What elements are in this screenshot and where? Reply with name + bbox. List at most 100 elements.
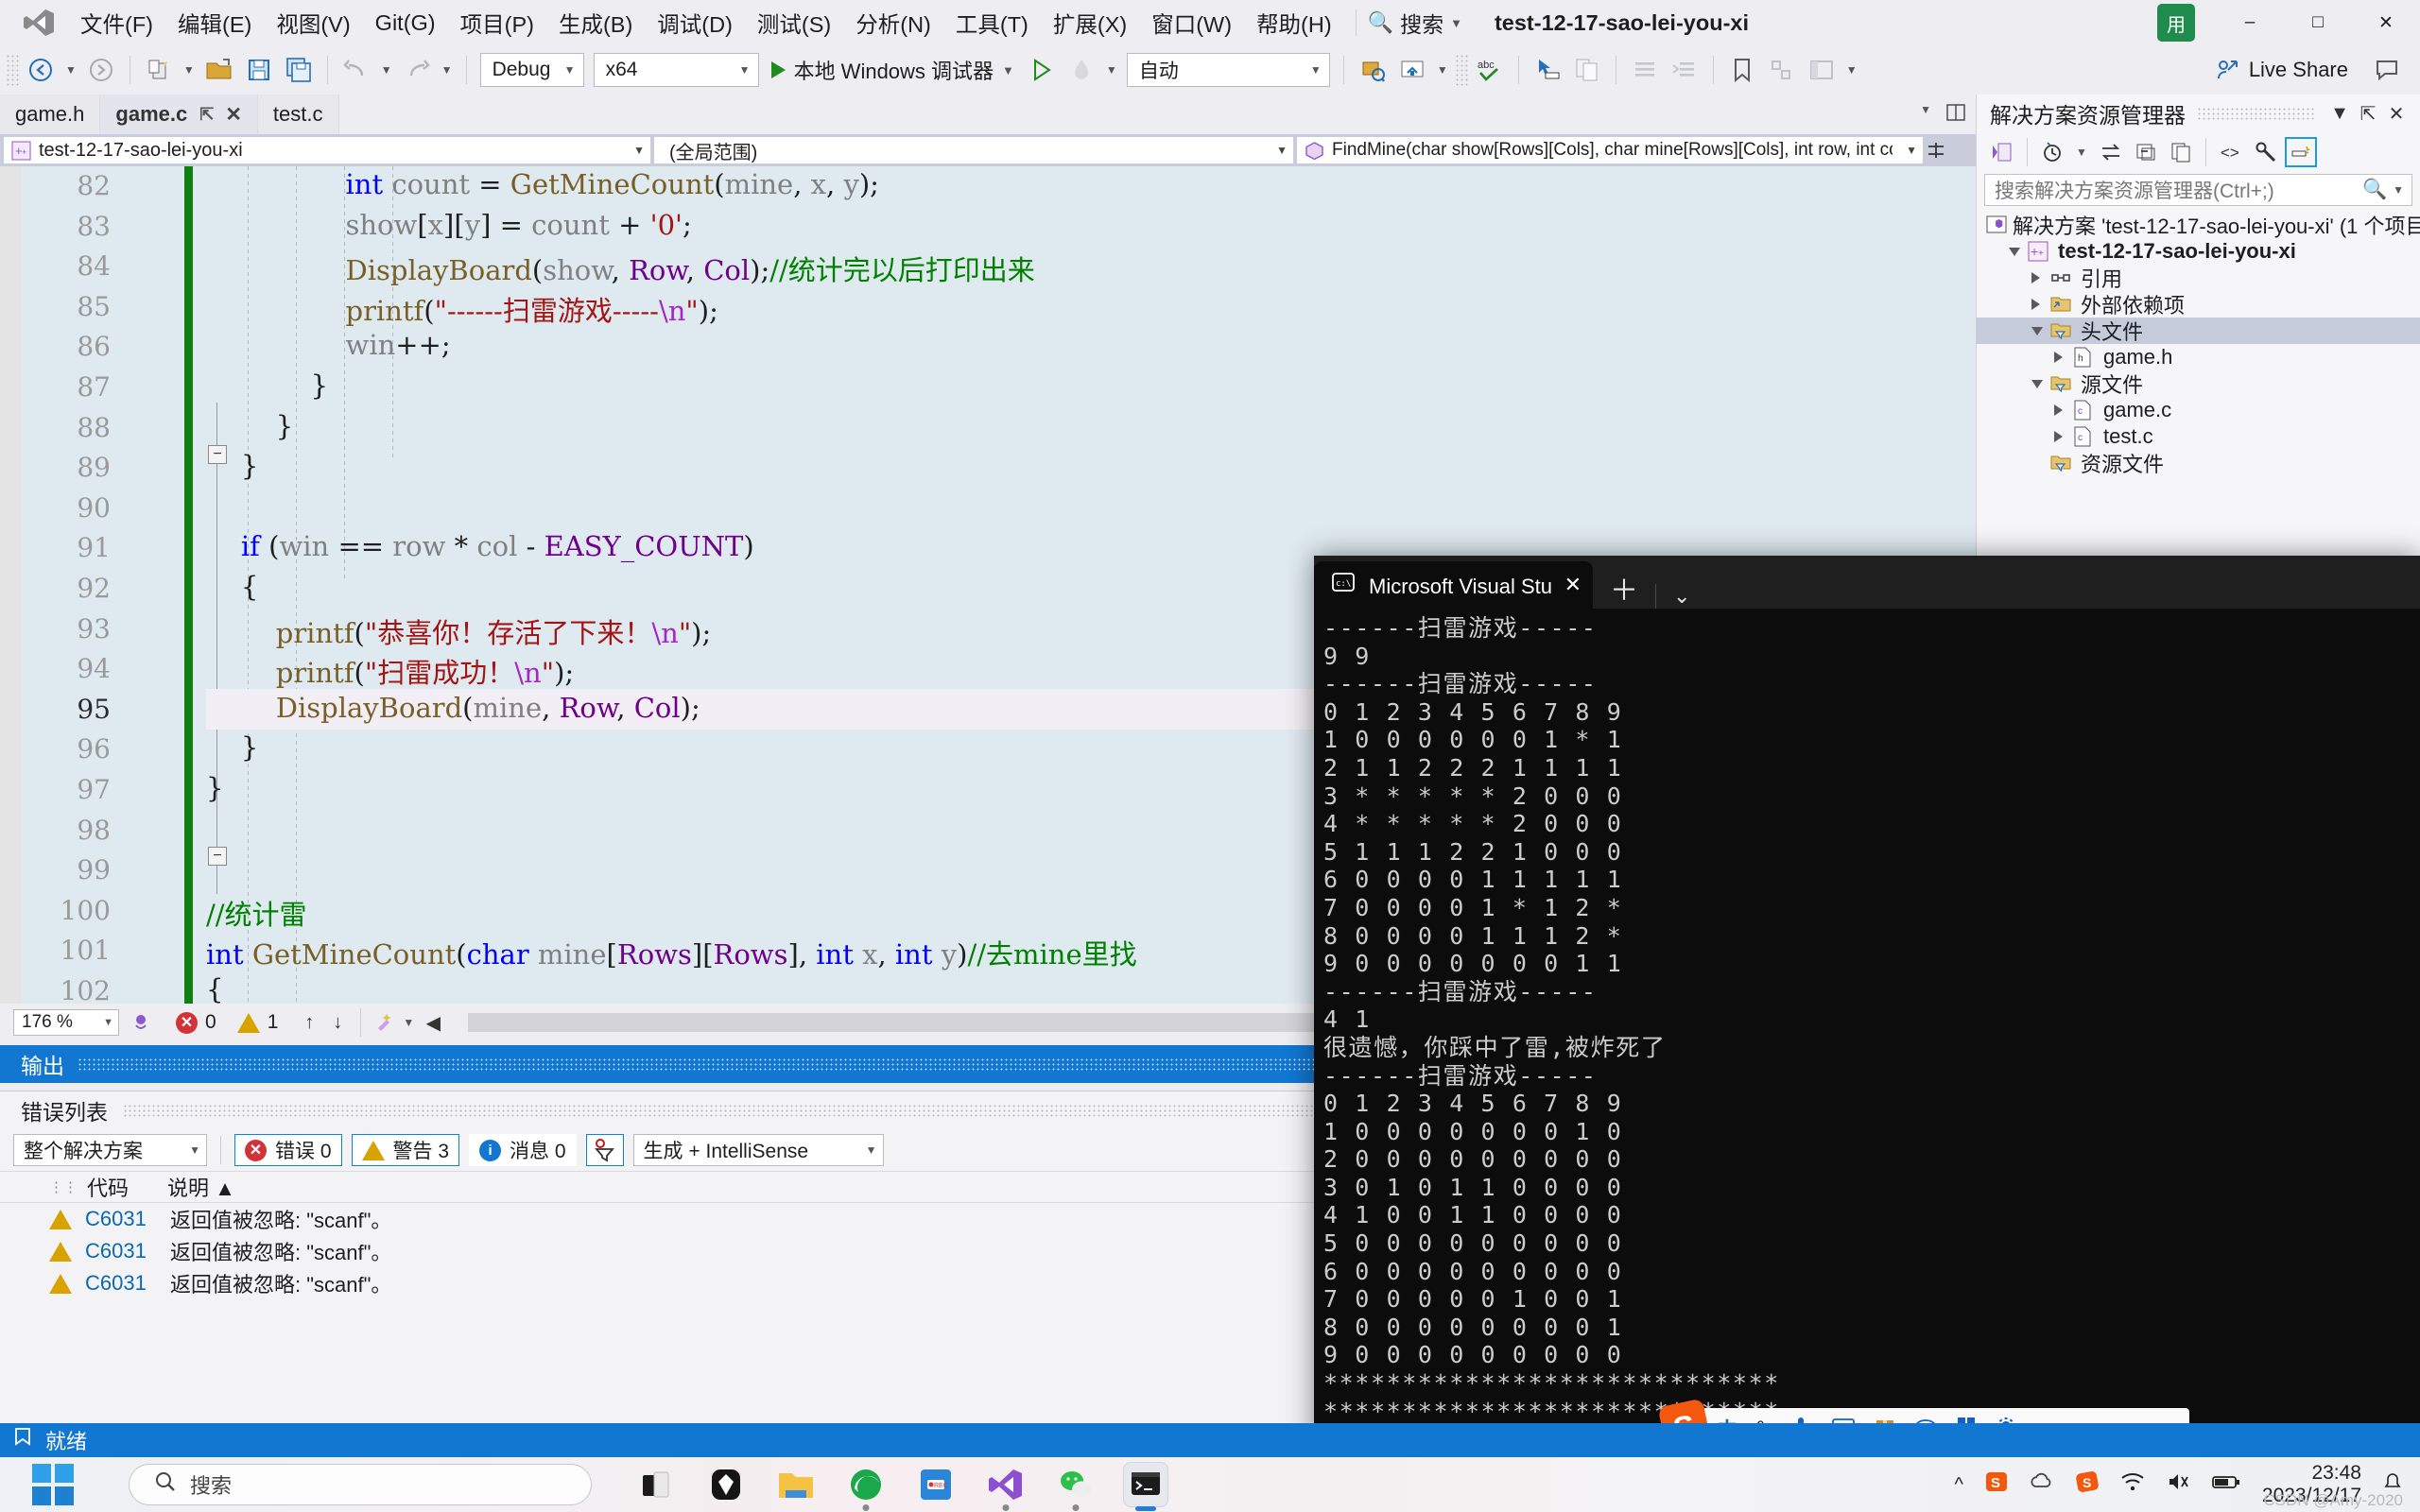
spell-check-icon[interactable]: abc [1472, 52, 1508, 88]
solution-configuration-combo[interactable]: Debug ▼ [479, 53, 584, 87]
account-avatar[interactable]: 用 [2157, 4, 2195, 42]
expander-collapsed-icon[interactable] [2054, 404, 2073, 416]
save-icon[interactable] [241, 52, 277, 88]
filter-toggle-button[interactable] [585, 1134, 624, 1166]
properties-window-icon[interactable] [2165, 137, 2197, 167]
start-without-debugging-icon[interactable] [1024, 52, 1060, 88]
solution-platform-combo[interactable]: x64 ▼ [593, 53, 759, 87]
tray-sogou-icon[interactable]: S [2075, 1469, 2100, 1500]
column-header-description[interactable]: 说明 ▲ [167, 1172, 235, 1202]
expander-collapsed-icon[interactable] [2031, 299, 2050, 310]
chevron-down-icon[interactable]: ▼ [2387, 183, 2404, 197]
code-line[interactable]: 86 win++; [0, 327, 1976, 368]
toolbar-grip[interactable] [6, 54, 21, 86]
tree-node[interactable]: h game.h [1977, 344, 2420, 370]
process-combo[interactable]: 自动 ▼ [1126, 53, 1330, 87]
menu-debug[interactable]: 调试(D) [645, 3, 745, 43]
tree-node[interactable]: c test.c [1977, 423, 2420, 450]
solution-explorer-search[interactable]: 搜索解决方案资源管理器(Ctrl+;) 🔍 ▼ [1984, 174, 2412, 206]
tree-node[interactable]: 引用 [1977, 265, 2420, 291]
sync-with-active-document-icon[interactable] [2095, 137, 2127, 167]
save-all-icon[interactable] [281, 52, 317, 88]
tray-ime-icon[interactable]: S [1984, 1469, 2009, 1500]
code-cleanup-icon[interactable] [370, 1008, 398, 1037]
close-icon[interactable]: ✕ [1564, 573, 1582, 597]
console-tab[interactable]: c:\ Microsoft Visual Studio 调试控 ✕ [1314, 561, 1593, 609]
error-code[interactable]: C6031 [85, 1271, 170, 1296]
preview-selected-items-icon[interactable] [2284, 137, 2317, 167]
code-line[interactable]: 84 DisplayBoard(show, Row, Col);//统计完以后打… [0, 247, 1976, 287]
collapse-all-icon[interactable] [2130, 137, 2162, 167]
code-cleanup-dropdown-icon[interactable]: ▼ [398, 1016, 419, 1029]
hot-reload-dropdown-icon[interactable]: ▼ [1101, 63, 1122, 77]
console-window[interactable]: c:\ Microsoft Visual Studio 调试控 ✕ ＋ ⌄ --… [1314, 556, 2420, 1452]
properties-icon[interactable] [2250, 137, 2282, 167]
pane-menu-icon[interactable]: ▼ [2325, 99, 2354, 128]
tray-cloud-icon[interactable] [2030, 1469, 2054, 1500]
code-line[interactable]: 85 printf("------扫雷游戏-----\n"); [0, 287, 1976, 328]
switch-views-icon[interactable] [1986, 137, 2018, 167]
home-dropdown-icon[interactable]: ▼ [1432, 63, 1453, 77]
attach-process-icon[interactable] [1355, 52, 1391, 88]
code-line[interactable]: 82 int count = GetMineCount(mine, x, y); [0, 166, 1976, 207]
tab-list-dropdown-icon[interactable]: ▼ [1915, 103, 1936, 126]
taskbar-app-explorer-icon[interactable] [773, 1462, 819, 1507]
taskbar-app-wechat-icon[interactable] [1053, 1462, 1098, 1511]
pending-changes-dropdown-icon[interactable]: ▼ [2071, 146, 2092, 159]
zoom-level-combo[interactable]: 176 % ▼ [13, 1009, 119, 1036]
previous-issue-icon[interactable]: ↑ [295, 1008, 323, 1037]
menu-analyze[interactable]: 分析(N) [843, 3, 943, 43]
tray-battery-icon[interactable] [2211, 1469, 2241, 1500]
tree-node[interactable]: 解决方案 'test-12-17-sao-lei-you-xi' (1 个项目，… [1977, 212, 2420, 238]
global-search-box[interactable]: 🔍 搜索 ▼ [1368, 7, 1462, 39]
pane-grip[interactable] [2197, 107, 2314, 120]
error-scope-combo[interactable]: 整个解决方案 ▼ [13, 1134, 207, 1166]
tree-node[interactable]: + + test-12-17-sao-lei-you-xi [1977, 238, 2420, 265]
undo-dropdown-icon[interactable]: ▼ [376, 63, 397, 77]
expander-expanded-icon[interactable] [2031, 379, 2050, 388]
menu-tools[interactable]: 工具(T) [943, 3, 1041, 43]
navigate-back-icon[interactable] [23, 52, 59, 88]
taskbar-app-terminal-icon[interactable] [1123, 1462, 1168, 1511]
tree-node[interactable]: 源文件 [1977, 370, 2420, 397]
navigate-forward-icon[interactable] [83, 52, 119, 88]
taskbar-search-input[interactable]: 搜索 [129, 1464, 592, 1505]
copy-lines-icon[interactable] [1569, 52, 1605, 88]
menu-window[interactable]: 窗口(W) [1139, 3, 1244, 43]
toolbar-grip-2[interactable] [1454, 54, 1470, 86]
tab-game-c[interactable]: game.c ⇱ ✕ [100, 94, 258, 134]
intellicode-icon[interactable] [127, 1008, 155, 1037]
expander-collapsed-icon[interactable] [2031, 272, 2050, 284]
build-intellisense-combo[interactable]: 生成 + IntelliSense ▼ [632, 1134, 884, 1166]
code-line[interactable]: 88 } [0, 408, 1976, 449]
error-code[interactable]: C6031 [85, 1207, 170, 1231]
taskbar-app-visualstudio-icon[interactable] [983, 1462, 1028, 1511]
expander-expanded-icon[interactable] [2009, 247, 2028, 256]
navbar-split-icon[interactable] [1925, 137, 1947, 163]
toggle-panel-dropdown-icon[interactable]: ▼ [1841, 63, 1862, 77]
start-button-icon[interactable] [32, 1464, 74, 1505]
minimize-button[interactable]: – [2216, 0, 2284, 45]
expander-expanded-icon[interactable] [2031, 326, 2050, 335]
scroll-left-icon[interactable]: ◀ [419, 1008, 447, 1037]
split-view-icon[interactable] [1938, 94, 1974, 130]
menu-view[interactable]: 视图(V) [264, 3, 362, 43]
menu-test[interactable]: 测试(S) [745, 3, 843, 43]
toggle-panel-icon[interactable] [1804, 52, 1840, 88]
live-share-button[interactable]: Live Share [2216, 58, 2348, 82]
expander-collapsed-icon[interactable] [2054, 352, 2073, 363]
taskbar-app-edge-icon[interactable] [843, 1462, 889, 1511]
menu-edit[interactable]: 编辑(E) [165, 3, 264, 43]
tab-game-h[interactable]: game.h [0, 94, 101, 134]
navbar-member-combo[interactable]: FindMine(char show[Rows][Cols], char min… [1297, 137, 1923, 163]
close-icon[interactable]: ✕ [225, 103, 242, 127]
redo-icon[interactable] [399, 52, 435, 88]
taskbar-app-screenrec-icon[interactable]: REC [913, 1462, 959, 1507]
navbar-project-combo[interactable]: + + test-12-17-sao-lei-you-xi ▼ [4, 137, 650, 163]
menu-file[interactable]: 文件(F) [68, 3, 165, 43]
chevron-down-icon[interactable]: ⌄ [1656, 584, 1707, 609]
navigate-back-dropdown-icon[interactable]: ▼ [60, 63, 81, 77]
tree-node[interactable]: 外部依赖项 [1977, 291, 2420, 318]
column-header-code[interactable]: 代码 [87, 1172, 167, 1202]
warning-count-badge[interactable]: 1 [236, 1011, 278, 1034]
